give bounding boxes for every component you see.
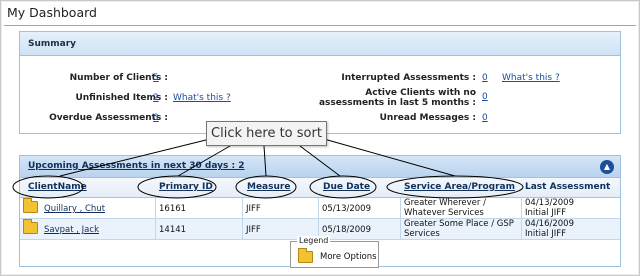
last-assessment-header: Last Assessment — [525, 182, 611, 192]
unread-messages-link[interactable]: 0 — [482, 113, 488, 123]
overdue-assessments-label: Overdue Assessments : — [49, 113, 168, 123]
summary-header: Summary — [20, 32, 620, 56]
client-name-link[interactable]: Savpat , Jack — [44, 225, 99, 235]
interrupted-assessments-label: Interrupted Assessments : — [341, 73, 476, 83]
folder-icon — [298, 248, 313, 263]
summary-panel: Summary Number of Clients : 5 Unfinished… — [19, 31, 621, 134]
upcoming-header: Upcoming Assessments in next 30 days : 2… — [20, 156, 620, 178]
due-date-value: 05/13/2009 — [322, 204, 371, 214]
client-cell: Quillary , Chut — [20, 198, 155, 219]
inactive-clients-label-line1: Active Clients with no — [365, 88, 476, 98]
title-divider — [4, 25, 636, 26]
number-of-clients-link[interactable]: 5 — [153, 73, 159, 83]
client-name-link[interactable]: Quillary , Chut — [44, 204, 105, 214]
unread-messages-label: Unread Messages : — [379, 113, 476, 123]
primary-id-value: 14141 — [159, 225, 187, 235]
legend-title: Legend — [297, 236, 331, 245]
sort-service-area-header[interactable]: Service Area/Program — [404, 182, 515, 192]
measure-value: JIFF — [246, 225, 261, 235]
primary-id-value: 16161 — [159, 204, 187, 214]
measure-cell: JIFF — [242, 198, 318, 219]
last-assessment-value: 04/13/2009 Initial JIFF — [525, 198, 574, 218]
unfinished-whats-this-link[interactable]: What's this ? — [173, 93, 231, 103]
table-header-row: ClientName Primary ID Measure Due Date S… — [20, 178, 620, 198]
due-date-cell: 05/13/2009 — [318, 198, 400, 219]
sort-callout: Click here to sort — [206, 121, 327, 146]
client-cell: Savpat , Jack — [20, 219, 155, 240]
last-assessment-value: 04/16/2009 Initial JIFF — [525, 219, 574, 239]
service-area-cell: Greater Wherever / Whatever Services — [400, 198, 521, 219]
overdue-assessments-link[interactable]: 0 — [153, 113, 159, 123]
sort-measure-header[interactable]: Measure — [247, 182, 290, 192]
inactive-clients-label-line2: assessments in last 5 months : — [318, 98, 476, 108]
page-title: My Dashboard — [7, 5, 97, 20]
primary-id-cell: 14141 — [155, 219, 242, 240]
more-options-folder-icon[interactable] — [23, 198, 38, 213]
due-date-value: 05/18/2009 — [322, 225, 371, 235]
legend-box: Legend More Options — [290, 236, 379, 268]
legend-more-options-label: More Options — [320, 252, 377, 262]
sort-clientname-header[interactable]: ClientName — [28, 182, 87, 192]
service-area-value: Greater Wherever / Whatever Services — [404, 198, 486, 218]
service-area-cell: Greater Some Place / GSP Services — [400, 219, 521, 240]
last-assessment-cell: 04/13/2009 Initial JIFF — [521, 198, 620, 219]
unfinished-items-link[interactable]: 2 — [153, 93, 159, 103]
interrupted-assessments-link[interactable]: 0 — [482, 73, 488, 83]
table-row: Quillary , Chut 16161 JIFF 05/13/2009 Gr… — [20, 198, 620, 219]
last-assessment-cell: 04/16/2009 Initial JIFF — [521, 219, 620, 240]
more-options-folder-icon[interactable] — [23, 219, 38, 234]
interrupted-whats-this-link[interactable]: What's this ? — [502, 73, 560, 83]
measure-value: JIFF — [246, 204, 261, 214]
sort-due-date-header[interactable]: Due Date — [323, 182, 370, 192]
primary-id-cell: 16161 — [155, 198, 242, 219]
collapse-up-icon[interactable]: ▲ — [600, 160, 614, 174]
service-area-value: Greater Some Place / GSP Services — [404, 219, 514, 239]
upcoming-assessments-title[interactable]: Upcoming Assessments in next 30 days : 2 — [28, 161, 245, 171]
inactive-clients-link[interactable]: 0 — [482, 92, 488, 102]
sort-primary-id-header[interactable]: Primary ID — [159, 182, 213, 192]
